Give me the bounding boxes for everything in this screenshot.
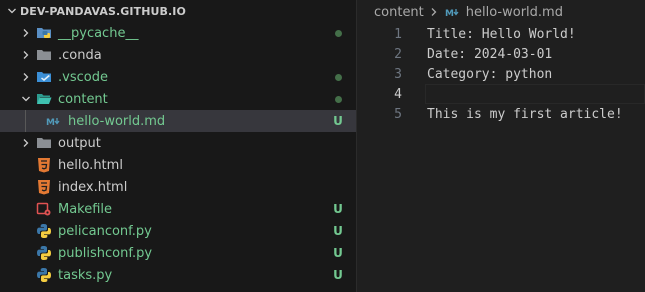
tree-item-label: index.html xyxy=(58,179,128,195)
makefile-icon xyxy=(36,201,52,217)
breadcrumb-file[interactable]: hello-world.md xyxy=(466,5,563,20)
line-text: Category: python xyxy=(427,66,553,82)
svg-text:M: M xyxy=(445,9,454,18)
line-text: This is my first article! xyxy=(427,106,623,122)
chevron-right-icon xyxy=(18,25,34,41)
code-line[interactable]: 1 Title: Hello World! xyxy=(358,24,645,44)
tree-item-conda[interactable]: .conda xyxy=(0,44,356,66)
tree-item-label: output xyxy=(58,135,101,151)
vscode-folder-icon xyxy=(36,69,52,85)
git-status-dot xyxy=(326,92,350,106)
line-number: 4 xyxy=(394,86,402,102)
explorer-panel: DEV-PANDAVAS.GITHUB.IO __pycache__ .cond… xyxy=(0,0,357,292)
git-status-badge: U xyxy=(333,114,343,128)
git-status-badge: U xyxy=(333,224,343,238)
chevron-right-icon xyxy=(429,7,439,17)
markdown-icon: M xyxy=(46,113,62,129)
svg-text:M: M xyxy=(46,118,55,127)
git-status-dot xyxy=(326,70,350,84)
tree-item-makefile[interactable]: Makefile U xyxy=(0,198,356,220)
tree-item-hello-html[interactable]: hello.html xyxy=(0,154,356,176)
code-line[interactable]: 2 Date: 2024-03-01 xyxy=(358,44,645,64)
tree-item-index-html[interactable]: index.html xyxy=(0,176,356,198)
chevron-down-icon xyxy=(4,3,20,19)
tree-item-label: tasks.py xyxy=(58,267,113,283)
tree-item-hello-world-md[interactable]: M hello-world.md U xyxy=(0,110,356,132)
code-line[interactable]: 5 This is my first article! xyxy=(358,104,645,124)
folder-icon xyxy=(36,135,52,151)
html-file-icon xyxy=(36,179,52,195)
tree-item-label: hello-world.md xyxy=(68,113,166,129)
tree-item-vscode[interactable]: .vscode xyxy=(0,66,356,88)
line-number: 3 xyxy=(394,66,402,82)
code-line[interactable]: 3 Category: python xyxy=(358,64,645,84)
current-code-line[interactable]: 4 xyxy=(358,84,645,104)
chevron-right-icon xyxy=(18,135,34,151)
line-text: Title: Hello World! xyxy=(427,26,576,42)
tree-item-label: Makefile xyxy=(58,201,113,217)
code-editor[interactable]: 1 Title: Hello World! 2 Date: 2024-03-01… xyxy=(358,24,645,124)
editor-panel: content M hello-world.md 1 Title: Hello … xyxy=(358,0,645,292)
git-status-badge: U xyxy=(333,202,343,216)
breadcrumb-folder[interactable]: content xyxy=(374,5,424,20)
line-number: 2 xyxy=(394,46,402,62)
html-file-icon xyxy=(36,157,52,173)
current-line-highlight xyxy=(425,84,645,104)
explorer-root-label: DEV-PANDAVAS.GITHUB.IO xyxy=(20,4,186,18)
tree-item-pycache[interactable]: __pycache__ xyxy=(0,22,356,44)
tree-item-output[interactable]: output xyxy=(0,132,356,154)
tree-item-content[interactable]: content xyxy=(0,88,356,110)
markdown-icon: M xyxy=(445,6,461,18)
tree-item-pelicanconf-py[interactable]: pelicanconf.py U xyxy=(0,220,356,242)
line-text: Date: 2024-03-01 xyxy=(427,46,553,62)
git-status-dot xyxy=(326,26,350,40)
tree-item-label: .vscode xyxy=(58,69,108,85)
explorer-root-folder[interactable]: DEV-PANDAVAS.GITHUB.IO xyxy=(0,0,356,22)
breadcrumb: content M hello-world.md xyxy=(358,0,645,24)
line-number: 5 xyxy=(394,106,402,122)
chevron-right-icon xyxy=(18,69,34,85)
indent-guide xyxy=(25,110,26,132)
open-folder-icon xyxy=(36,91,52,107)
tree-item-publishconf-py[interactable]: publishconf.py U xyxy=(0,242,356,264)
tree-item-label: hello.html xyxy=(58,157,123,173)
folder-icon xyxy=(36,47,52,63)
tree-item-label: .conda xyxy=(58,47,102,63)
tree-item-tasks-py[interactable]: tasks.py U xyxy=(0,264,356,286)
line-number: 1 xyxy=(394,26,402,42)
git-status-badge: U xyxy=(333,268,343,282)
tree-item-label: pelicanconf.py xyxy=(58,223,152,239)
python-icon xyxy=(36,223,52,239)
python-icon xyxy=(36,267,52,283)
tree-item-label: __pycache__ xyxy=(58,25,139,41)
python-icon xyxy=(36,245,52,261)
tree-item-label: content xyxy=(58,91,108,107)
chevron-down-icon xyxy=(18,91,34,107)
tree-item-label: publishconf.py xyxy=(58,245,153,261)
python-folder-icon xyxy=(36,25,52,41)
chevron-right-icon xyxy=(18,47,34,63)
git-status-badge: U xyxy=(333,246,343,260)
